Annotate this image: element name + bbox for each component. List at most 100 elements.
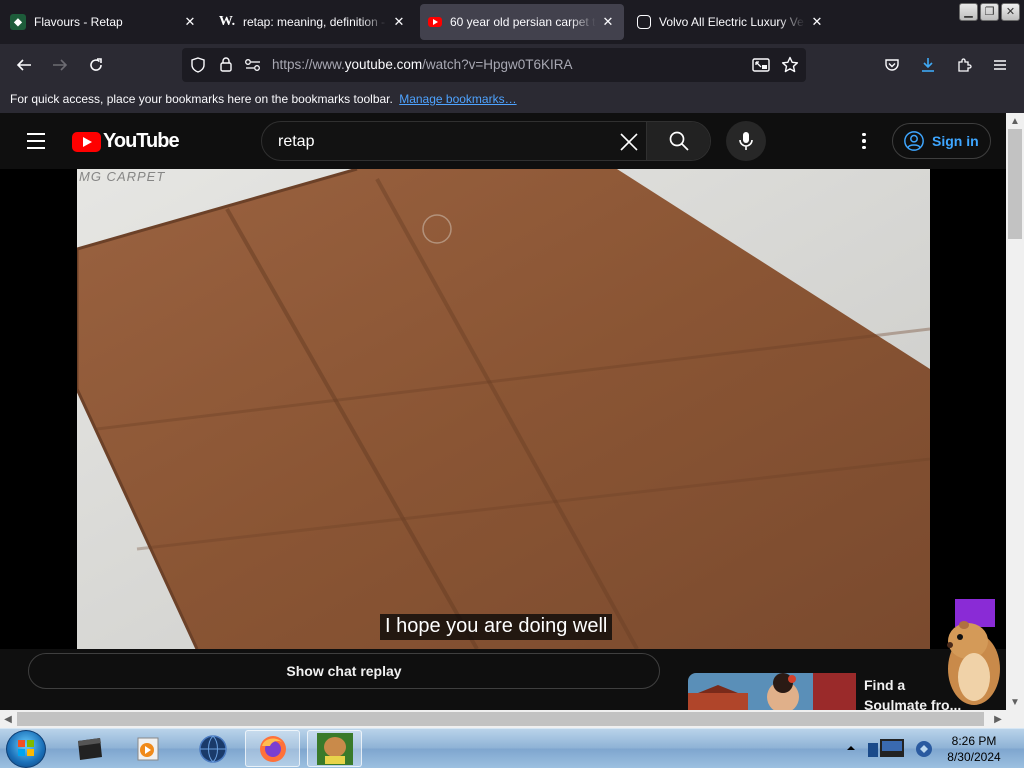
extensions-button[interactable]	[952, 53, 976, 77]
picture-in-picture-icon[interactable]	[752, 57, 770, 73]
youtube-logo-text: YouTube	[103, 130, 180, 152]
url-prefix: https://www.	[272, 57, 345, 72]
url-domain: youtube.com	[344, 57, 423, 72]
show-hidden-icons-icon[interactable]	[846, 743, 856, 753]
app-menu-button[interactable]	[988, 53, 1012, 77]
tab-close-icon[interactable]: ✕	[391, 14, 407, 30]
hamster-sticker-icon	[947, 599, 1000, 705]
lock-icon[interactable]	[218, 56, 234, 73]
dot-icon	[862, 145, 866, 150]
scroll-down-arrow-icon[interactable]: ▼	[1007, 694, 1023, 710]
horizontal-scrollbar[interactable]: ◀ ▶	[0, 710, 1024, 728]
url-text[interactable]: https://www.youtube.com/watch?v=Hpgw0T6K…	[272, 57, 573, 72]
taskbar-firefox[interactable]	[245, 730, 300, 767]
tab-close-icon[interactable]: ✕	[182, 14, 198, 30]
manage-bookmarks-link[interactable]: Manage bookmarks…	[399, 92, 516, 106]
tab-close-icon[interactable]: ✕	[600, 14, 616, 30]
sign-in-label: Sign in	[932, 133, 979, 149]
close-window-button[interactable]: ✕	[1001, 3, 1020, 21]
voice-search-button[interactable]	[726, 121, 766, 161]
tab-youtube-video[interactable]: 60 year old persian carpet that has neve…	[420, 4, 624, 40]
windows-taskbar: 8:26 PM 8/30/2024	[0, 728, 1024, 768]
video-watermark: MG CARPET	[79, 169, 166, 184]
show-chat-replay-button[interactable]: Show chat replay	[28, 653, 660, 689]
taskbar-network[interactable]	[185, 730, 240, 767]
account-circle-icon	[904, 131, 924, 151]
youtube-logo[interactable]: YouTube	[72, 130, 180, 153]
hamburger-menu-icon	[994, 60, 1006, 70]
minimize-button[interactable]: ▁	[959, 3, 978, 21]
guide-menu-button[interactable]	[20, 129, 52, 153]
tab-flavours-retap[interactable]: ◆ Flavours - Retap ✕	[2, 4, 206, 40]
menu-bar-icon	[27, 133, 45, 135]
video-player[interactable]: MG CARPET I hope you are doing well	[0, 169, 1006, 649]
screen: ◆ Flavours - Retap ✕ W. retap: meaning, …	[0, 0, 1024, 768]
show-desktop-icon	[77, 737, 102, 760]
taskbar-media-player[interactable]	[120, 730, 175, 767]
menu-bar-icon	[27, 140, 45, 142]
tray-device-icon[interactable]	[866, 735, 908, 763]
tray-network-icon[interactable]	[914, 739, 934, 759]
search-box[interactable]: retap	[261, 121, 711, 161]
settings-more-button[interactable]	[852, 129, 876, 153]
start-button[interactable]	[6, 730, 46, 768]
network-globe-icon	[198, 734, 227, 763]
taskbar-clock[interactable]: 8:26 PM 8/30/2024	[934, 733, 1014, 765]
downloads-button[interactable]	[916, 53, 940, 77]
tab-title: 60 year old persian carpet that has neve…	[450, 15, 596, 29]
below-player-area: Show chat replay Find a Soulmate fro...	[0, 599, 1006, 710]
horizontal-scroll-thumb[interactable]	[17, 712, 984, 726]
youtube-page: YouTube retap Sign in MG CARPET I hope y…	[0, 113, 1006, 710]
back-button[interactable]	[12, 53, 36, 77]
pocket-icon	[885, 59, 899, 71]
search-icon	[669, 131, 689, 151]
shield-icon[interactable]	[190, 57, 206, 73]
address-bar[interactable]: https://www.youtube.com/watch?v=Hpgw0T6K…	[182, 48, 806, 82]
tab-close-icon[interactable]: ✕	[809, 14, 825, 30]
tab-volvo[interactable]: Volvo All Electric Luxury Vehicles ✕	[629, 4, 833, 40]
search-input[interactable]: retap	[278, 133, 314, 151]
game-box-icon	[316, 732, 353, 765]
search-button[interactable]	[646, 122, 710, 160]
youtube-play-icon	[72, 131, 101, 152]
back-arrow-icon	[16, 59, 31, 71]
taskbar-game-box[interactable]	[307, 730, 362, 767]
menu-bar-icon	[27, 147, 45, 149]
carpet-video-image	[77, 169, 930, 649]
pocket-button[interactable]	[880, 53, 904, 77]
permissions-icon[interactable]	[244, 57, 262, 73]
youtube-favicon-icon	[428, 17, 442, 27]
scroll-up-arrow-icon[interactable]: ▲	[1007, 113, 1023, 129]
video-frame[interactable]: MG CARPET I hope you are doing well	[77, 169, 930, 649]
microphone-icon	[739, 132, 753, 150]
bookmarks-message: For quick access, place your bookmarks h…	[10, 92, 393, 106]
tab-title: retap: meaning, definition - WordReferen…	[243, 15, 387, 29]
scroll-right-arrow-icon[interactable]: ▶	[990, 711, 1006, 727]
forward-button[interactable]	[48, 53, 72, 77]
url-path: /watch?v=Hpgw0T6KIRA	[422, 57, 573, 72]
ad-thumbnail[interactable]	[688, 673, 856, 710]
taskbar-show-desktop[interactable]	[62, 730, 117, 767]
browser-tab-strip: ◆ Flavours - Retap ✕ W. retap: meaning, …	[0, 0, 1024, 44]
restore-button[interactable]: ❐	[980, 3, 999, 21]
tab-wordreference[interactable]: W. retap: meaning, definition - WordRefe…	[211, 4, 415, 40]
bookmark-star-icon[interactable]	[781, 56, 799, 74]
media-player-icon	[137, 737, 158, 760]
clear-search-icon[interactable]	[618, 131, 640, 153]
clock-date: 8/30/2024	[947, 750, 1001, 764]
puzzle-icon	[958, 58, 972, 72]
browser-nav-bar: https://www.youtube.com/watch?v=Hpgw0T6K…	[0, 44, 1024, 86]
forward-arrow-icon	[53, 59, 68, 71]
wordreference-favicon-icon: W.	[218, 14, 236, 29]
bookmarks-toolbar: For quick access, place your bookmarks h…	[0, 86, 1024, 113]
download-icon	[922, 58, 934, 72]
window-controls: ▁ ❐ ✕	[959, 3, 1020, 21]
reload-button[interactable]	[84, 53, 108, 77]
tab-title: Volvo All Electric Luxury Vehicles	[659, 15, 805, 29]
video-caption: I hope you are doing well	[380, 614, 613, 640]
dot-icon	[862, 132, 866, 137]
scroll-left-arrow-icon[interactable]: ◀	[0, 711, 16, 727]
vertical-scroll-thumb[interactable]	[1008, 129, 1022, 239]
sign-in-button[interactable]: Sign in	[892, 123, 991, 159]
vertical-scrollbar[interactable]: ▲ ▼	[1006, 113, 1024, 710]
